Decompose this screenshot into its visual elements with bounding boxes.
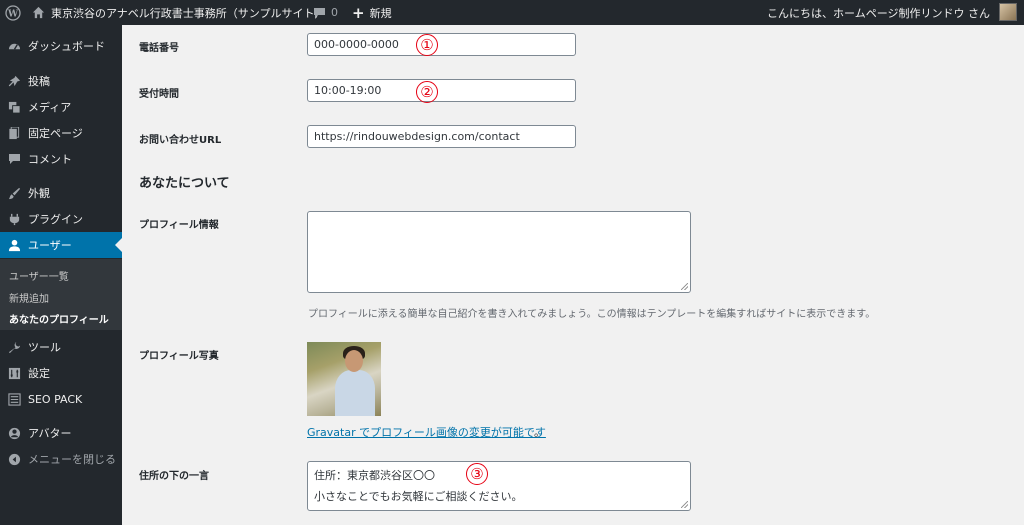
- user-icon: [7, 238, 21, 252]
- annotation-marker-2: ②: [416, 81, 438, 103]
- submenu-add-new[interactable]: 新規追加: [9, 290, 49, 305]
- phone-label: 電話番号: [139, 43, 179, 54]
- collapse-menu-button[interactable]: メニューを閉じる: [0, 446, 122, 472]
- submenu-your-profile[interactable]: あなたのプロフィール: [9, 311, 109, 326]
- hours-input[interactable]: 10:00-19:00: [307, 79, 576, 102]
- submenu-all-users[interactable]: ユーザー一覧: [9, 268, 69, 283]
- contact-url-label: お問い合わせURL: [139, 135, 222, 146]
- menu-label: ユーザー: [28, 239, 72, 252]
- user-avatar[interactable]: [999, 3, 1017, 21]
- menu-avatar[interactable]: アバター: [0, 420, 122, 446]
- dashboard-icon: [7, 39, 21, 53]
- menu-settings[interactable]: 設定: [0, 360, 122, 386]
- address-line-1: 住所：東京都渋谷区〇〇: [314, 469, 435, 482]
- menu-dashboard[interactable]: ダッシュボード: [0, 33, 122, 59]
- menu-label: ダッシュボード: [28, 40, 105, 53]
- menu-plugins[interactable]: プラグイン: [0, 206, 122, 232]
- media-icon: [7, 100, 21, 114]
- about-section-title: あなたについて: [139, 176, 230, 191]
- menu-posts[interactable]: 投稿: [0, 68, 122, 94]
- list-icon: [7, 392, 21, 406]
- site-name-link[interactable]: 東京渋谷のアナベル行政書士事務所（サンプルサイト）: [32, 0, 325, 25]
- menu-label: 投稿: [28, 75, 50, 88]
- menu-seo-pack[interactable]: SEO PACK: [0, 386, 122, 412]
- bio-label: プロフィール情報: [139, 220, 219, 231]
- pin-icon: [7, 74, 21, 88]
- phone-input[interactable]: 000-0000-0000: [307, 33, 576, 56]
- new-content-link[interactable]: + 新規: [352, 0, 392, 25]
- home-icon: [32, 6, 45, 19]
- comments-link[interactable]: 0: [313, 0, 338, 25]
- address-note-label: 住所の下の一言: [139, 471, 209, 482]
- address-note-textarea[interactable]: 住所：東京都渋谷区〇〇 小さなことでもお気軽にご相談ください。: [307, 461, 691, 511]
- menu-media[interactable]: メディア: [0, 94, 122, 120]
- comment-icon: [7, 152, 21, 166]
- site-name: 東京渋谷のアナベル行政書士事務所（サンプルサイト）: [51, 6, 326, 20]
- wrench-icon: [7, 340, 21, 354]
- bio-description: プロフィールに添える簡単な自己紹介を書き入れてみましょう。この情報はテンプレート…: [308, 309, 876, 320]
- profile-form: 電話番号 000-0000-0000 受付時間 10:00-19:00 お問い合…: [122, 25, 1024, 525]
- menu-label: 外観: [28, 187, 50, 200]
- address-line-2: 小さなことでもお気軽にご相談ください。: [314, 490, 523, 503]
- menu-pages[interactable]: 固定ページ: [0, 120, 122, 146]
- menu-label: アバター: [28, 427, 72, 440]
- collapse-icon: [7, 452, 21, 466]
- menu-label: メディア: [28, 101, 72, 114]
- menu-label: ツール: [28, 341, 61, 354]
- resize-handle-icon[interactable]: [681, 501, 688, 508]
- gravatar-period: 。: [534, 426, 545, 439]
- plugin-icon: [7, 212, 21, 226]
- resize-handle-icon[interactable]: [681, 283, 688, 290]
- menu-comments[interactable]: コメント: [0, 146, 122, 172]
- menu-label: 固定ページ: [28, 127, 83, 140]
- admin-bar: W 東京渋谷のアナベル行政書士事務所（サンプルサイト） 0 + 新規 こんにちは…: [0, 0, 1024, 25]
- menu-users[interactable]: ユーザー: [0, 232, 122, 258]
- admin-sidebar: ダッシュボード 投稿 メディア 固定ページ コメント 外観 プラグイン ユーザー…: [0, 25, 122, 525]
- menu-tools[interactable]: ツール: [0, 334, 122, 360]
- menu-label: 設定: [28, 367, 50, 380]
- new-label: 新規: [369, 6, 392, 20]
- profile-photo: [307, 342, 381, 416]
- menu-label: プラグイン: [28, 213, 83, 226]
- bio-textarea[interactable]: [307, 211, 691, 293]
- plus-icon: +: [352, 3, 365, 22]
- menu-label: SEO PACK: [28, 392, 83, 406]
- menu-appearance[interactable]: 外観: [0, 180, 122, 206]
- menu-label: コメント: [28, 153, 72, 166]
- settings-icon: [7, 366, 21, 380]
- avatar-icon: [7, 426, 21, 440]
- menu-label: メニューを閉じる: [28, 453, 116, 466]
- page-icon: [7, 126, 21, 140]
- brush-icon: [7, 186, 21, 200]
- annotation-marker-3: ③: [466, 463, 488, 485]
- photo-label: プロフィール写真: [139, 351, 219, 362]
- annotation-marker-1: ①: [416, 34, 438, 56]
- contact-url-input[interactable]: https://rindouwebdesign.com/contact: [307, 125, 576, 148]
- hours-label: 受付時間: [139, 89, 179, 100]
- comment-bubble-icon: [314, 7, 325, 18]
- gravatar-link[interactable]: Gravatar でプロフィール画像の変更が可能です: [307, 424, 546, 440]
- svg-text:W: W: [7, 9, 19, 19]
- wordpress-logo-icon[interactable]: W: [5, 0, 23, 25]
- comment-count: 0: [331, 6, 338, 19]
- account-greeting[interactable]: こんにちは、ホームページ制作リンドウ さん: [767, 0, 990, 25]
